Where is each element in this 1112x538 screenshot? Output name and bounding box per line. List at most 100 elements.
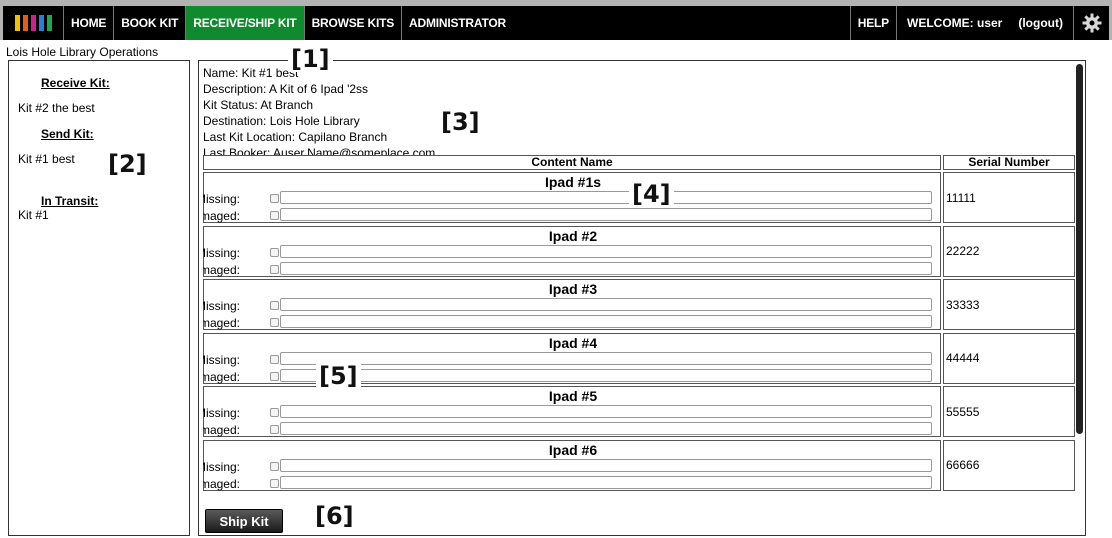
content-scrollbar[interactable] [1076, 64, 1083, 434]
item-name: Ipad #6 [548, 441, 598, 458]
welcome-text: WELCOME: user [907, 16, 1003, 30]
damaged-checkbox[interactable] [270, 318, 279, 327]
missing-checkbox[interactable] [270, 301, 279, 310]
missing-checkbox[interactable] [270, 354, 279, 364]
table-row: Ipad #5 Missing: Damaged: 55555 [203, 386, 1075, 437]
missing-note-input[interactable] [280, 405, 932, 418]
table-row: Ipad #6 Missing: Damaged: 66666 [203, 439, 1075, 491]
nav-browse-kits[interactable]: BROWSE KITS [303, 6, 401, 40]
in-transit-heading: In Transit: [41, 194, 99, 208]
nav-home[interactable]: HOME [63, 6, 113, 40]
damaged-label: Damaged: [203, 476, 240, 491]
missing-checkbox[interactable] [270, 408, 279, 417]
ship-kit-button[interactable]: Ship Kit [205, 509, 283, 533]
damaged-checkbox[interactable] [270, 478, 279, 488]
top-bar: HOME BOOK KIT RECEIVE/SHIP KIT BROWSE KI… [0, 0, 1112, 40]
nav-bar: HOME BOOK KIT RECEIVE/SHIP KIT BROWSE KI… [3, 6, 1109, 40]
serial-number-cell: 66666 [943, 439, 1075, 491]
callout-1: [1] [288, 46, 333, 72]
logout-link[interactable]: (logout) [1018, 16, 1063, 30]
logo-stripe [46, 15, 52, 31]
content-name-cell: Ipad #1s Missing: Damaged: [203, 172, 941, 223]
table-row: Ipad #3 Missing: Damaged: 33333 [203, 279, 1075, 330]
content-name-cell: Ipad #5 Missing: Damaged: [203, 386, 941, 437]
logo-stripe [38, 15, 44, 31]
item-name: Ipad #2 [548, 227, 598, 244]
missing-checkbox[interactable] [270, 461, 279, 471]
missing-checkbox[interactable] [270, 194, 279, 203]
damaged-label: Damaged: [203, 423, 240, 437]
item-name: Ipad #1s [544, 174, 602, 190]
damaged-checkbox[interactable] [270, 425, 279, 434]
serial-number-cell: 11111 [943, 172, 1075, 223]
damaged-label: Damaged: [203, 209, 240, 223]
receive-kit-item[interactable]: Kit #2 the best [18, 101, 95, 115]
missing-note-input[interactable] [280, 351, 932, 365]
gear-icon[interactable] [1073, 6, 1109, 40]
missing-note-input[interactable] [280, 191, 932, 204]
nav-help[interactable]: HELP [849, 6, 896, 40]
missing-label: Missing: [203, 299, 240, 313]
damaged-note-input[interactable] [280, 475, 932, 489]
serial-number-cell: 22222 [943, 225, 1075, 277]
damaged-note-input[interactable] [280, 208, 932, 221]
damaged-note-input[interactable] [280, 368, 932, 382]
page-title: Lois Hole Library Operations [6, 45, 159, 59]
in-transit-item[interactable]: Kit #1 [18, 208, 49, 222]
missing-label: Missing: [203, 352, 240, 367]
damaged-note-input[interactable] [280, 261, 932, 275]
item-name: Ipad #4 [548, 334, 598, 351]
content-name-cell: Ipad #2 Missing: Damaged: [203, 225, 941, 277]
kit-info: Name: Kit #1 best Description: A Kit of … [203, 65, 435, 161]
missing-note-input[interactable] [280, 244, 932, 258]
damaged-checkbox[interactable] [270, 371, 279, 381]
callout-6: [6] [312, 503, 357, 529]
damaged-checkbox[interactable] [270, 264, 279, 274]
damaged-label: Damaged: [203, 369, 240, 384]
gear-icon-svg [1082, 13, 1101, 33]
nav-administrator[interactable]: ADMINISTRATOR [401, 6, 513, 40]
nav-book-kit[interactable]: BOOK KIT [113, 6, 185, 40]
kit-sidebar: Receive Kit: Kit #2 the best Send Kit: K… [8, 60, 190, 536]
serial-number-cell: 33333 [943, 279, 1075, 330]
receive-kit-heading: Receive Kit: [41, 76, 110, 90]
damaged-label: Damaged: [203, 262, 240, 277]
serial-number-header: Serial Number [943, 155, 1075, 170]
damaged-note-input[interactable] [280, 315, 932, 328]
missing-label: Missing: [203, 192, 240, 206]
kit-status: Kit Status: At Branch [203, 98, 314, 112]
logo-stripe [30, 15, 36, 31]
nav-receive-ship-kit[interactable]: RECEIVE/SHIP KIT [185, 6, 304, 40]
callout-5: [5] [316, 363, 361, 389]
content-name-header: Content Name [203, 155, 941, 170]
kit-detail-panel: Name: Kit #1 best Description: A Kit of … [198, 60, 1086, 536]
kit-destination: Destination: Lois Hole Library [203, 114, 360, 128]
item-name: Ipad #3 [548, 281, 598, 297]
serial-number-cell: 44444 [943, 332, 1075, 384]
logo-icon[interactable] [3, 6, 63, 40]
callout-3: [3] [438, 109, 483, 135]
missing-checkbox[interactable] [270, 247, 279, 257]
kit-last-location: Last Kit Location: Capilano Branch [203, 130, 388, 144]
missing-note-input[interactable] [280, 458, 932, 472]
content-name-cell: Ipad #3 Missing: Damaged: [203, 279, 941, 330]
send-kit-item[interactable]: Kit #1 best [18, 152, 75, 166]
damaged-checkbox[interactable] [270, 211, 279, 220]
content-name-cell: Ipad #4 Missing: Damaged: [203, 332, 941, 384]
content-name-cell: Ipad #6 Missing: Damaged: [203, 439, 941, 491]
table-row: Ipad #2 Missing: Damaged: 22222 [203, 225, 1075, 277]
welcome-area: WELCOME: user (logout) [896, 6, 1073, 40]
serial-number-cell: 55555 [943, 386, 1075, 437]
missing-label: Missing: [203, 406, 240, 420]
item-name: Ipad #5 [548, 388, 598, 404]
missing-label: Missing: [203, 459, 240, 474]
damaged-note-input[interactable] [280, 422, 932, 435]
logo-stripe [22, 15, 28, 31]
callout-2: [2] [105, 151, 150, 177]
callout-4: [4] [629, 181, 674, 207]
logo-stripe [14, 15, 20, 31]
send-kit-heading: Send Kit: [41, 127, 94, 141]
missing-note-input[interactable] [280, 298, 932, 311]
missing-label: Missing: [203, 245, 240, 260]
